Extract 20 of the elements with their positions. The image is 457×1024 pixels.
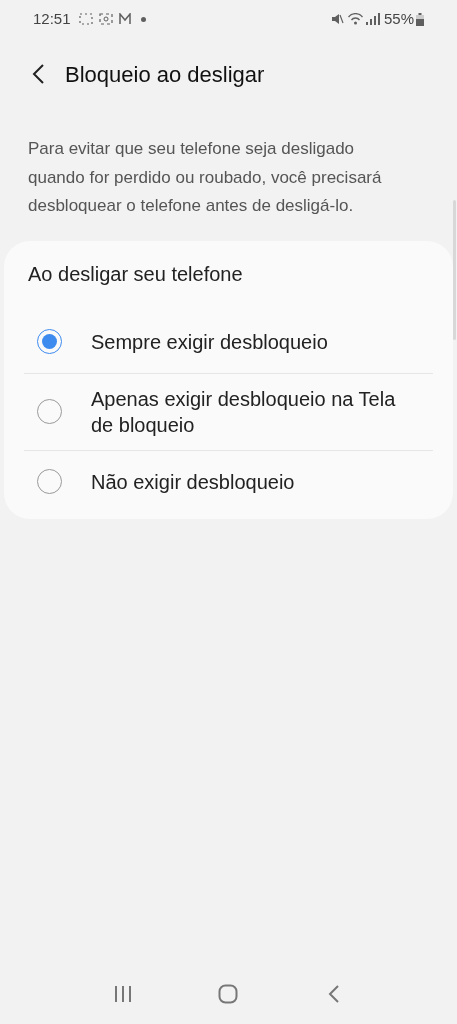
dot-icon <box>140 16 146 22</box>
back-icon <box>328 985 341 1003</box>
recent-apps-icon <box>113 986 132 1002</box>
radio-option[interactable]: Apenas exigir desbloqueio na Tela de bloqueio <box>24 373 433 450</box>
signal-icon <box>365 13 380 25</box>
status-time: 12:51 <box>33 8 71 29</box>
screen-record-icon <box>98 13 113 25</box>
home-icon <box>218 984 239 1004</box>
description-text: Para evitar que seu telefone seja desligado quando for perdido ou roubado, você precisará desbloquear o telefone antes de desligá-lo. <box>27 138 383 217</box>
page-title: Bloqueio ao desligar <box>65 60 265 89</box>
back-icon <box>31 63 45 85</box>
mail-icon <box>118 13 131 25</box>
mute-icon <box>330 13 344 25</box>
card-title: Ao desligar seu telefone <box>27 261 244 287</box>
radio-option[interactable]: Sempre exigir desbloqueio <box>24 310 433 373</box>
screenshot-icon <box>78 13 93 25</box>
battery-percentage: 55% <box>383 8 414 29</box>
wifi-icon <box>347 13 363 25</box>
radio-option[interactable]: Não exigir desbloqueio <box>24 450 433 513</box>
battery-icon <box>416 12 424 26</box>
